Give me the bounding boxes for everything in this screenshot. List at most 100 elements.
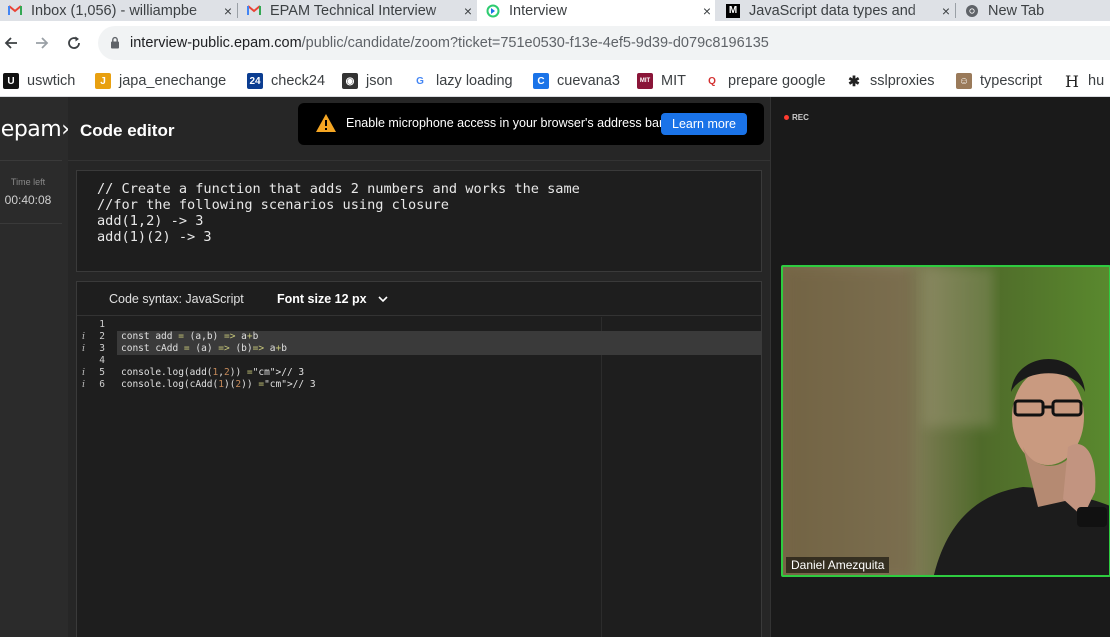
bookmark-label: sslproxies <box>870 73 935 89</box>
enechange-icon: J <box>95 73 111 89</box>
code-line: const cAdd = (a) => (b)=> a+b <box>117 343 761 355</box>
epam-logo: ‹epam› <box>0 116 70 142</box>
bookmark-label: prepare google <box>728 73 826 89</box>
task-line: //for the following scenarios using clos… <box>97 197 449 213</box>
tab-new-tab[interactable]: New Tab <box>956 0 1110 21</box>
line-number: 3 <box>99 343 105 354</box>
close-icon[interactable]: × <box>699 3 715 19</box>
typescript-icon: ☺ <box>956 73 972 89</box>
chevron-down-icon <box>378 296 388 303</box>
close-icon[interactable]: × <box>220 3 236 19</box>
tab-epam-interview[interactable]: EPAM Technical Interview × <box>238 0 476 21</box>
close-icon[interactable]: × <box>938 3 954 19</box>
tab-gmail-inbox[interactable]: Inbox (1,056) - williampbe × <box>0 0 236 21</box>
info-icon: i <box>82 379 86 390</box>
lock-icon <box>111 36 119 49</box>
code-editor-panel: Code editor Enable microphone access in … <box>68 97 770 637</box>
bookmark-label: check24 <box>271 73 326 89</box>
tab-title: Inbox (1,056) - williampbe <box>31 2 198 19</box>
code-input[interactable]: const add = (a,b) => a+b const cAdd = (a)… <box>117 317 761 637</box>
tab-title: Interview <box>509 2 568 19</box>
back-icon[interactable] <box>1 33 21 53</box>
info-icon: i <box>82 331 86 342</box>
task-line: // Create a function that adds 2 numbers… <box>97 181 580 197</box>
quora-icon: Q <box>704 73 720 89</box>
bookmark-typescript[interactable]: ☺ typescript <box>956 70 1042 92</box>
font-size-label: Font size 12 px <box>277 292 367 306</box>
time-left-label: Time left <box>10 177 46 187</box>
time-left-value: 00:40:08 <box>4 193 52 207</box>
bookmark-label: cuevana3 <box>557 73 620 89</box>
tab-title: EPAM Technical Interview <box>270 2 437 19</box>
browser-tab-strip: Inbox (1,056) - williampbe × EPAM Techni… <box>0 0 1110 21</box>
check24-icon: 24 <box>247 73 263 89</box>
code-editor: Code syntax: JavaScript Font size 12 px … <box>76 281 762 637</box>
syntax-label: Code syntax: JavaScript <box>109 292 244 306</box>
code-line: console.log(add(1,2)) ="cm">// 3 <box>121 367 305 378</box>
bookmark-label: typescript <box>980 73 1043 89</box>
mit-icon: MIT <box>637 73 653 89</box>
bookmark-check24[interactable]: 24 check24 <box>247 70 325 92</box>
gutter-line: i3 <box>77 343 117 355</box>
bookmark-uswtich[interactable]: Uuswtich <box>3 70 75 92</box>
cuevana-icon: C <box>533 73 549 89</box>
url-path: /public/candidate/zoom?ticket=751e0530-f… <box>301 35 769 51</box>
task-description: // Create a function that adds 2 numbers… <box>76 170 762 272</box>
microphone-permission-banner: Enable microphone access in your browser… <box>298 103 764 145</box>
participant-video[interactable]: Daniel Amezquita <box>781 265 1110 577</box>
bookmark-hu[interactable]: Hhu <box>1064 70 1104 92</box>
bookmark-label: japa_enechange <box>119 73 227 89</box>
font-size-dropdown[interactable]: Font size 12 px <box>277 292 389 306</box>
bookmark-sslproxies[interactable]: ✱ sslproxies <box>846 70 934 92</box>
tab-title: New Tab <box>988 2 1045 19</box>
video-panel: REC Daniel Amezquita <box>770 97 1110 637</box>
page-title: Code editor <box>80 121 175 140</box>
tab-js-data-types[interactable]: M JavaScript data types and × <box>716 0 954 21</box>
banner-text: Enable microphone access in your browser… <box>346 116 666 130</box>
gutter-line: 1 <box>77 319 117 331</box>
interview-app-icon <box>486 4 500 18</box>
learn-more-button[interactable]: Learn more <box>661 113 747 135</box>
interview-app: ‹epam› Time left 00:40:08 Code editor En… <box>0 97 1110 637</box>
warning-icon <box>316 114 336 132</box>
forward-icon[interactable] <box>32 33 52 53</box>
line-number: 2 <box>99 331 105 342</box>
recording-indicator: REC <box>784 113 809 122</box>
gmail-icon <box>247 4 261 18</box>
line-number: 6 <box>99 379 105 390</box>
tab-title: JavaScript data types and <box>749 2 916 19</box>
bookmark-lazy-loading[interactable]: Glazy loading <box>412 70 513 92</box>
chrome-icon <box>965 4 979 18</box>
close-icon[interactable]: × <box>460 3 476 19</box>
task-line: add(1,2) -> 3 <box>97 213 204 229</box>
gutter-line: 4 <box>77 355 117 367</box>
bookmark-cuevana3[interactable]: Ccuevana3 <box>533 70 620 92</box>
editor-toolbar: Code syntax: JavaScript Font size 12 px <box>77 282 761 316</box>
gutter-line: i6 <box>77 379 117 391</box>
left-rail: ‹epam› Time left 00:40:08 <box>0 97 70 637</box>
bookmark-japa-enechange[interactable]: Jjapa_enechange <box>95 70 226 92</box>
uswitch-icon: U <box>3 73 19 89</box>
info-icon: i <box>82 343 86 354</box>
gmail-icon <box>8 4 22 18</box>
tab-interview[interactable]: Interview × <box>477 0 715 21</box>
google-icon: G <box>412 73 428 89</box>
bookmark-mit[interactable]: MIT MIT <box>637 70 686 92</box>
browser-toolbar: interview-public.epam.com/public/candida… <box>0 21 1110 66</box>
gutter-line: i2 <box>77 331 117 343</box>
video-frame <box>783 267 1109 575</box>
gutter-line: i5 <box>77 367 117 379</box>
bookmark-label: lazy loading <box>436 73 513 89</box>
info-icon: i <box>82 367 86 378</box>
reload-icon[interactable] <box>64 33 84 53</box>
code-line: const add = (a,b) => a+b <box>117 331 761 343</box>
address-bar[interactable]: interview-public.epam.com/public/candida… <box>98 26 1110 60</box>
code-line: console.log(cAdd(1)(2)) ="cm">// 3 <box>121 379 316 390</box>
bookmark-prepare-google[interactable]: Qprepare google <box>704 70 826 92</box>
line-number: 5 <box>99 367 105 378</box>
line-number: 4 <box>99 355 105 366</box>
bookmark-json[interactable]: ◉ json <box>342 70 393 92</box>
rec-label: REC <box>792 113 809 122</box>
